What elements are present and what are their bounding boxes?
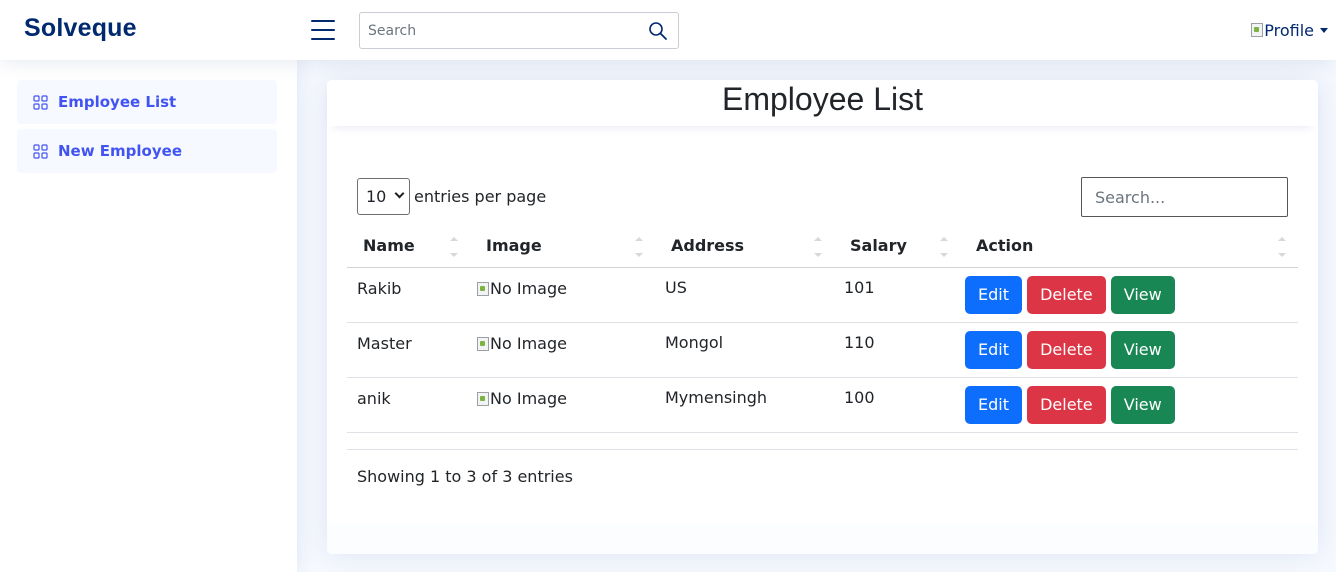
column-header-salary[interactable]: Salary: [834, 225, 960, 268]
column-header-action[interactable]: Action: [960, 225, 1298, 268]
column-header-address[interactable]: Address: [655, 225, 834, 268]
cell-salary: 101: [834, 267, 960, 323]
card-footer: [327, 524, 1318, 554]
page-title: Employee List: [722, 81, 923, 117]
grid-icon: [33, 143, 48, 159]
table-footer-divider: [347, 449, 1298, 450]
broken-image-icon: [477, 336, 489, 351]
profile-dropdown[interactable]: Profile: [1251, 18, 1328, 42]
view-button[interactable]: View: [1110, 330, 1175, 369]
cell-image: No Image: [470, 322, 655, 378]
caret-down-icon: [1320, 27, 1328, 33]
card-header: Employee List: [327, 80, 1318, 126]
cell-image: No Image: [470, 267, 655, 323]
cell-address: Mongol: [655, 322, 834, 378]
column-header-image[interactable]: Image: [470, 225, 655, 268]
top-header: Solveque Profile: [0, 0, 1336, 60]
employee-table: Name Image Address Salary Action Rakib N…: [347, 225, 1298, 433]
entries-per-page: 10 entries per page: [357, 178, 546, 215]
broken-image-icon: [477, 281, 489, 296]
delete-button[interactable]: Delete: [1027, 330, 1106, 369]
table-search-input[interactable]: [1081, 177, 1288, 217]
broken-image-icon: [1251, 23, 1264, 37]
sidebar: Employee List New Employee: [0, 60, 297, 572]
per-page-select[interactable]: 10: [357, 178, 410, 215]
edit-button[interactable]: Edit: [965, 330, 1022, 369]
table-info: Showing 1 to 3 of 3 entries: [357, 467, 573, 486]
sidebar-item-employee-list[interactable]: Employee List: [17, 80, 277, 124]
view-button[interactable]: View: [1110, 275, 1175, 314]
profile-alt-text: Profile: [1264, 20, 1314, 40]
edit-button[interactable]: Edit: [965, 385, 1022, 424]
header-search: [359, 12, 679, 49]
column-header-name[interactable]: Name: [347, 225, 470, 268]
cell-actions: Edit Delete View: [960, 322, 1298, 378]
search-icon[interactable]: [648, 21, 668, 41]
grid-icon: [33, 94, 48, 110]
delete-button[interactable]: Delete: [1027, 275, 1106, 314]
edit-button[interactable]: Edit: [965, 275, 1022, 314]
cell-salary: 100: [834, 377, 960, 433]
cell-image: No Image: [470, 377, 655, 433]
view-button[interactable]: View: [1110, 385, 1175, 424]
sort-icon: [1278, 237, 1286, 257]
cell-salary: 110: [834, 322, 960, 378]
employee-card: Employee List 10 entries per page Name I…: [327, 80, 1318, 554]
table-row: Rakib No Image US 101 Edit Delete View: [347, 267, 1298, 323]
table-row: Master No Image Mongol 110 Edit Delete V…: [347, 322, 1298, 378]
cell-name: Rakib: [347, 267, 470, 323]
sort-icon: [635, 237, 643, 257]
header-search-input[interactable]: [368, 19, 638, 43]
chevron-down-icon: [394, 188, 405, 199]
cell-address: US: [655, 267, 834, 323]
cell-name: Master: [347, 322, 470, 378]
cell-actions: Edit Delete View: [960, 377, 1298, 433]
sort-icon: [940, 237, 948, 257]
per-page-value: 10: [366, 187, 387, 206]
cell-address: Mymensingh: [655, 377, 834, 433]
sort-icon: [450, 237, 458, 257]
sort-icon: [814, 237, 822, 257]
menu-toggle-icon[interactable]: [311, 19, 335, 40]
cell-actions: Edit Delete View: [960, 267, 1298, 323]
logo[interactable]: Solveque: [24, 14, 137, 43]
table-row: anik No Image Mymensingh 100 Edit Delete…: [347, 377, 1298, 433]
table-header-row: Name Image Address Salary Action: [347, 225, 1298, 268]
sidebar-item-label: Employee List: [58, 93, 177, 111]
per-page-label: entries per page: [414, 187, 547, 206]
cell-name: anik: [347, 377, 470, 433]
delete-button[interactable]: Delete: [1027, 385, 1106, 424]
sidebar-item-new-employee[interactable]: New Employee: [17, 129, 277, 173]
broken-image-icon: [477, 391, 489, 406]
sidebar-item-label: New Employee: [58, 142, 182, 160]
